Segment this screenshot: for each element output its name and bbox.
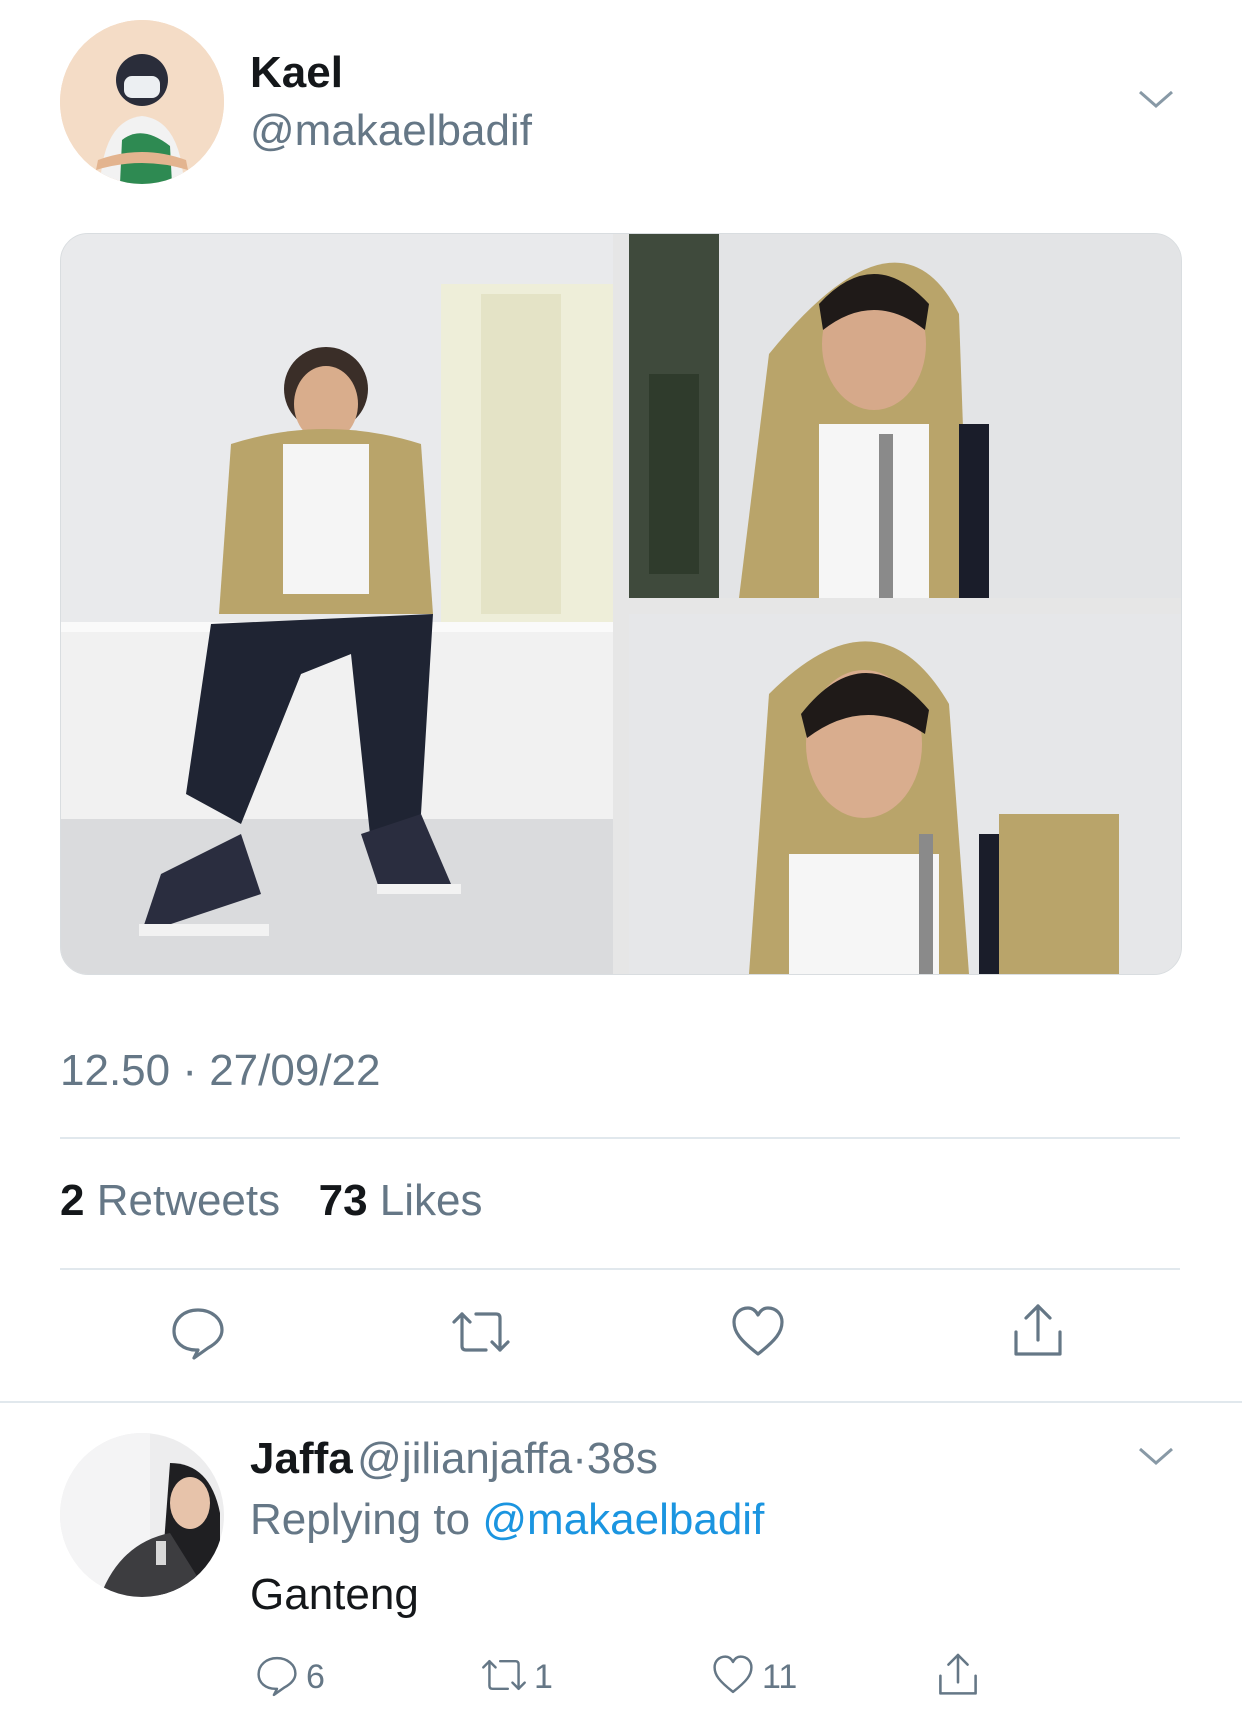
- reply-like-button[interactable]: 11: [710, 1652, 797, 1703]
- media-photo-1[interactable]: [61, 234, 613, 974]
- divider: [0, 1401, 1242, 1403]
- likes-label: Likes: [379, 1176, 483, 1225]
- reply-author-name[interactable]: Jaffa: [250, 1434, 353, 1483]
- retweets-label: Retweets: [96, 1176, 281, 1225]
- replying-to: Replying to @makaelbadif: [250, 1495, 764, 1545]
- chevron-down-icon[interactable]: [1136, 1443, 1176, 1474]
- reply-age[interactable]: ·38s: [572, 1434, 658, 1483]
- retweet-count: 1: [534, 1658, 553, 1696]
- share-icon: [934, 1653, 982, 1704]
- reply-share-button[interactable]: [934, 1650, 982, 1705]
- retweets-stat[interactable]: 2 Retweets: [60, 1176, 292, 1225]
- reply-icon[interactable]: [168, 1302, 228, 1367]
- divider: [60, 1137, 1180, 1139]
- chevron-down-icon[interactable]: [1136, 86, 1176, 117]
- reply-reply-button[interactable]: 6: [254, 1652, 325, 1703]
- reply-count: 6: [306, 1658, 325, 1696]
- replying-to-prefix: Replying to: [250, 1495, 471, 1544]
- retweet-icon: [478, 1652, 530, 1703]
- tweet-stats: 2 Retweets 73 Likes: [60, 1176, 483, 1226]
- media-photo-3[interactable]: [629, 614, 1181, 974]
- divider: [60, 1268, 1180, 1270]
- share-icon[interactable]: [1008, 1300, 1068, 1367]
- reply-author-avatar[interactable]: [60, 1433, 224, 1597]
- reply-author-handle[interactable]: @jilianjaffa: [357, 1434, 572, 1483]
- author-avatar[interactable]: [60, 20, 224, 184]
- media-grid: [60, 233, 1182, 975]
- tweet-timestamp[interactable]: 12.50 · 27/09/22: [60, 1046, 380, 1096]
- like-icon[interactable]: [728, 1302, 788, 1367]
- retweets-count: 2: [60, 1176, 85, 1225]
- author-handle[interactable]: @makaelbadif: [250, 106, 532, 156]
- avatar-photo: [60, 20, 224, 184]
- media-photo-2[interactable]: [629, 234, 1181, 598]
- likes-stat[interactable]: 73 Likes: [319, 1176, 483, 1225]
- likes-count: 73: [318, 1176, 368, 1225]
- author-name[interactable]: Kael: [250, 48, 343, 98]
- avatar-photo: [60, 1433, 224, 1597]
- reply-text: Ganteng: [250, 1570, 419, 1619]
- retweet-icon[interactable]: [448, 1302, 514, 1367]
- replying-to-link[interactable]: @makaelbadif: [482, 1495, 764, 1544]
- reply-retweet-button[interactable]: 1: [478, 1652, 553, 1703]
- reply-header: Jaffa @jilianjaffa·38s: [250, 1434, 658, 1484]
- like-count: 11: [762, 1658, 798, 1696]
- like-icon: [710, 1652, 756, 1703]
- reply-icon: [254, 1652, 300, 1703]
